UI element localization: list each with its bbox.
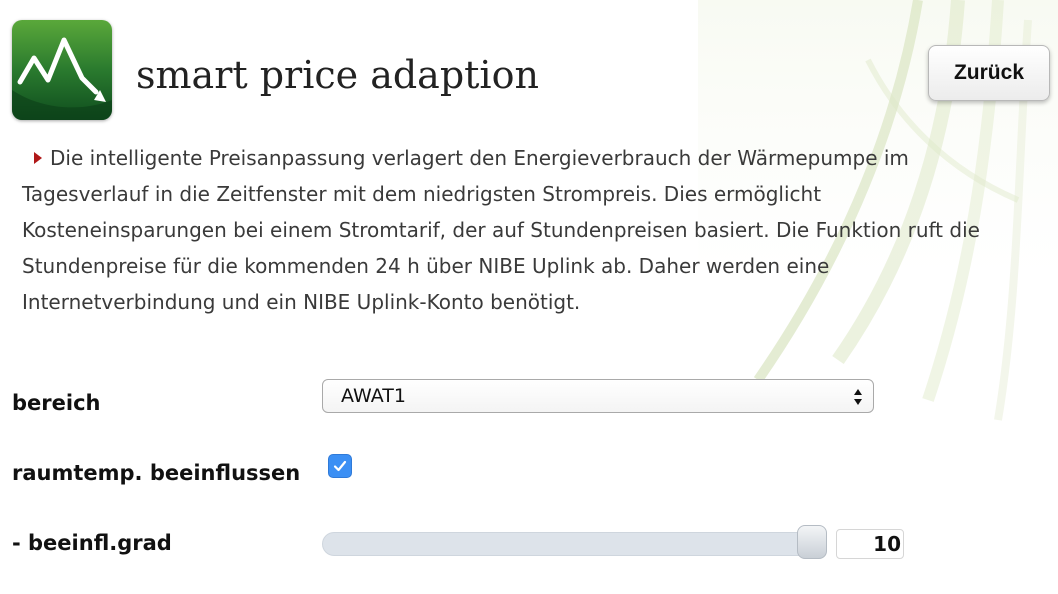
raumtemp-checkbox[interactable]	[328, 454, 352, 478]
bereich-select[interactable]: AWAT1	[322, 379, 874, 413]
checkmark-icon	[333, 460, 347, 472]
description-body: Die intelligente Preisanpassung verlager…	[22, 146, 980, 314]
bereich-select-value: AWAT1	[341, 385, 406, 407]
raumtemp-label: raumtemp. beeinflussen	[12, 461, 301, 485]
page-title: smart price adaption	[136, 53, 539, 97]
page: smart price adaption Zurück Die intellig…	[0, 0, 1058, 594]
select-arrows-icon	[854, 389, 862, 405]
bereich-label: bereich	[12, 391, 101, 415]
back-button[interactable]: Zurück	[928, 45, 1050, 101]
bullet-arrow-icon	[34, 152, 42, 164]
description-text: Die intelligente Preisanpassung verlager…	[22, 140, 1022, 320]
slider-thumb[interactable]	[797, 525, 827, 559]
beeinfl-grad-slider[interactable]	[322, 532, 827, 556]
beeinfl-grad-label: - beeinfl.grad	[12, 531, 172, 555]
beeinfl-grad-value[interactable]: 10	[836, 529, 904, 559]
price-graph-icon	[12, 20, 112, 120]
